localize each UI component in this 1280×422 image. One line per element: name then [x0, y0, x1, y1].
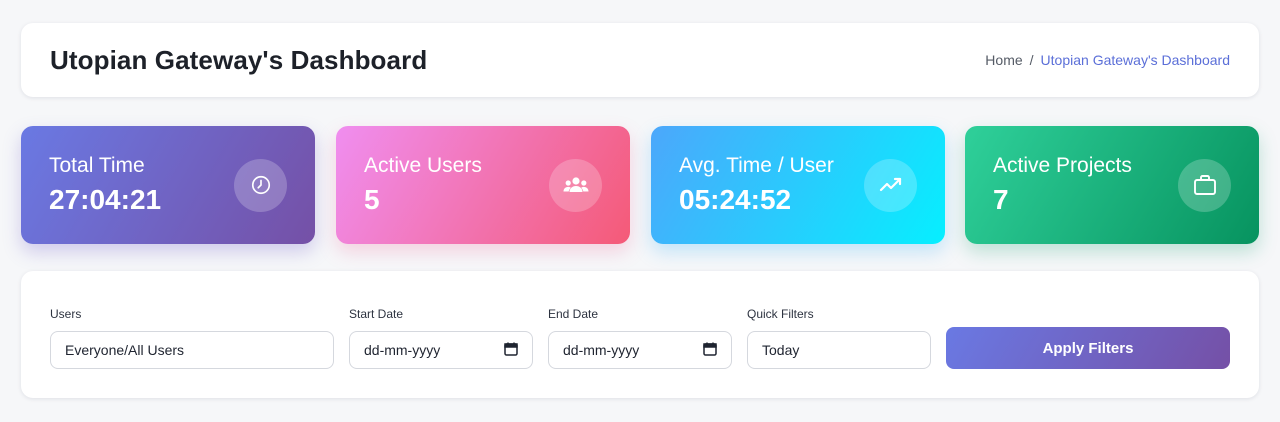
stat-value: 27:04:21: [49, 184, 162, 215]
breadcrumb-home-link[interactable]: Home: [985, 52, 1022, 68]
trend-line-icon: [864, 158, 917, 212]
stat-card-active-users: Active Users 5: [336, 126, 630, 244]
start-date-placeholder: dd-mm-yyyy: [364, 342, 441, 358]
quick-filters-group: Quick Filters Today: [747, 307, 931, 369]
quick-filters-select[interactable]: Today: [747, 331, 931, 369]
start-date-label: Start Date: [349, 307, 404, 321]
stat-value: 7: [993, 184, 1009, 215]
breadcrumb-separator: /: [1029, 52, 1034, 68]
users-filter-group: Users Everyone/All Users: [50, 307, 334, 369]
users-select[interactable]: Everyone/All Users: [50, 331, 334, 369]
calendar-icon[interactable]: [504, 342, 518, 359]
start-date-group: Start Date dd-mm-yyyy: [349, 307, 533, 369]
breadcrumb: Home / Utopian Gateway's Dashboard: [985, 52, 1230, 68]
dashboard-header: Utopian Gateway's Dashboard Home / Utopi…: [21, 23, 1259, 97]
stat-value: 5: [364, 184, 380, 215]
users-select-value: Everyone/All Users: [65, 342, 185, 358]
end-date-placeholder: dd-mm-yyyy: [563, 342, 640, 358]
stat-label: Total Time: [49, 154, 145, 177]
briefcase-icon: [1178, 158, 1231, 212]
breadcrumb-current: Utopian Gateway's Dashboard: [1040, 52, 1230, 68]
filter-panel: Users Everyone/All Users Start Date dd-m…: [21, 271, 1259, 398]
users-icon: [549, 158, 602, 212]
stat-label: Active Projects: [993, 154, 1132, 177]
end-date-input[interactable]: dd-mm-yyyy: [548, 331, 732, 369]
stat-value: 05:24:52: [679, 184, 792, 215]
stat-card-active-projects: Active Projects 7: [965, 126, 1259, 244]
users-filter-label: Users: [50, 307, 82, 321]
stat-label: Avg. Time / User: [679, 154, 834, 177]
end-date-label: End Date: [548, 307, 599, 321]
quick-filters-value: Today: [762, 342, 800, 358]
stat-card-total-time: Total Time 27:04:21: [21, 126, 315, 244]
apply-filters-button[interactable]: Apply Filters: [946, 327, 1230, 369]
stat-card-avg-time-per-user: Avg. Time / User 05:24:52: [651, 126, 945, 244]
start-date-input[interactable]: dd-mm-yyyy: [349, 331, 533, 369]
end-date-group: End Date dd-mm-yyyy: [548, 307, 732, 369]
clock-icon: [234, 158, 287, 212]
calendar-icon[interactable]: [703, 342, 717, 359]
stat-label: Active Users: [364, 154, 482, 177]
page-title: Utopian Gateway's Dashboard: [50, 44, 428, 75]
quick-filters-label: Quick Filters: [747, 307, 814, 321]
